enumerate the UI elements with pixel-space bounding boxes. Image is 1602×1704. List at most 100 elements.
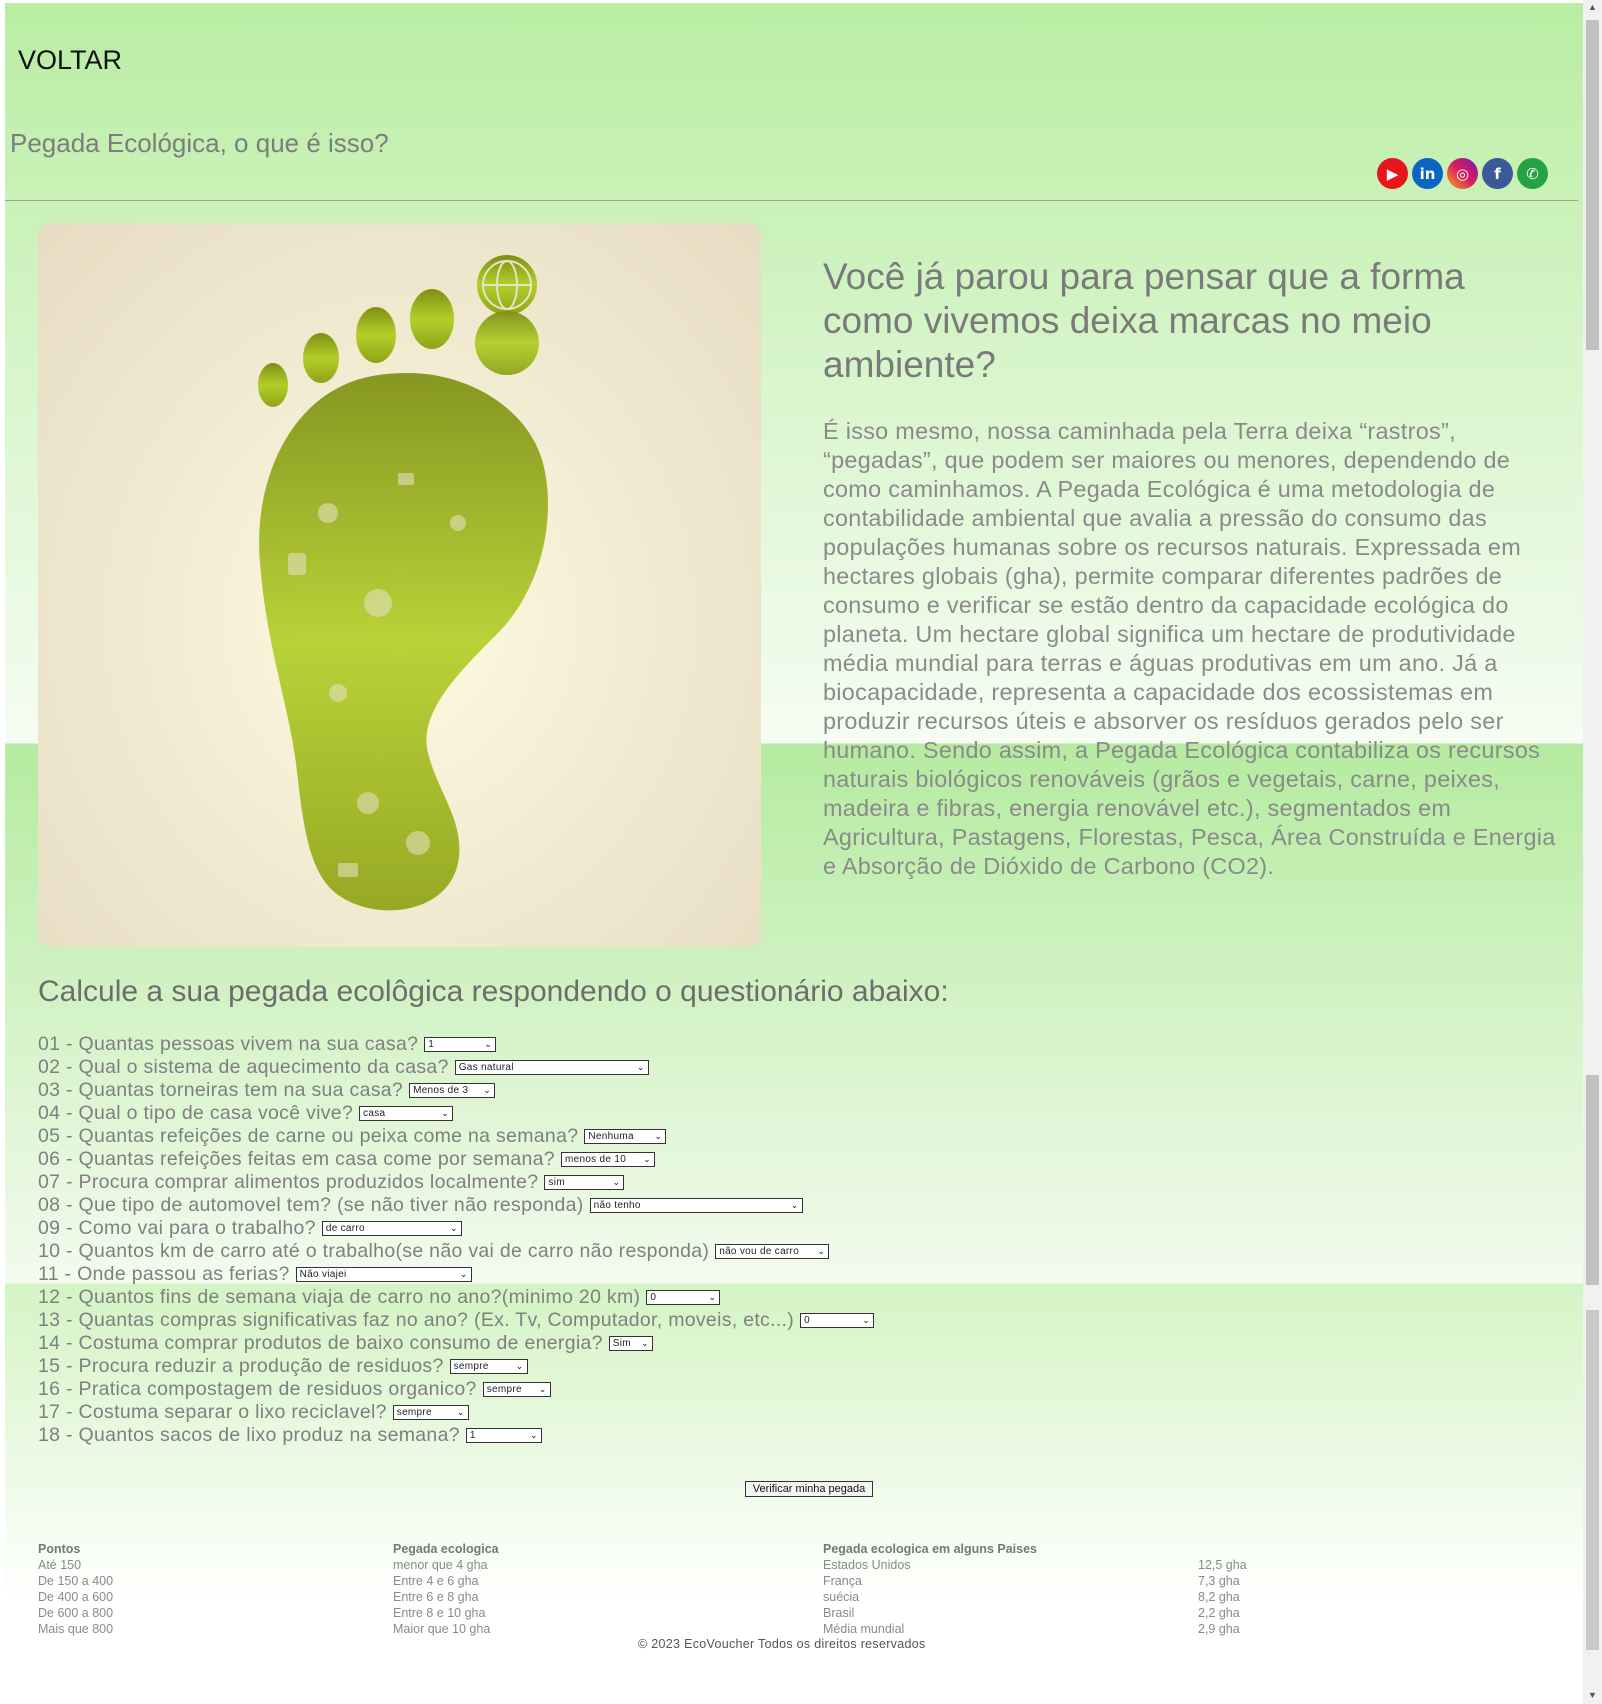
quiz-question: 09 - Como vai para o trabalho? de carro ⌄ bbox=[38, 1217, 874, 1240]
chevron-down-icon: ⌄ bbox=[654, 1131, 663, 1141]
points-row: De 600 a 800 bbox=[38, 1606, 114, 1620]
chevron-down-icon: ⌄ bbox=[483, 1085, 492, 1095]
answer-select[interactable]: não vou de carro ⌄ bbox=[715, 1244, 830, 1259]
answer-select[interactable]: Sim ⌄ bbox=[608, 1336, 653, 1351]
question-label: 13 - Quantas compras significativas faz … bbox=[38, 1309, 795, 1331]
scroll-thumb-tertiary[interactable] bbox=[1586, 1310, 1599, 1650]
answer-select-value: sempre bbox=[453, 1361, 489, 1372]
question-label: 17 - Costuma separar o lixo reciclavel? bbox=[38, 1401, 387, 1423]
chevron-down-icon: ⌄ bbox=[459, 1269, 468, 1279]
quiz-question: 16 - Pratica compostagem de residuos org… bbox=[38, 1378, 874, 1401]
chevron-down-icon: ⌄ bbox=[817, 1246, 826, 1256]
question-label: 16 - Pratica compostagem de residuos org… bbox=[38, 1378, 477, 1400]
chevron-down-icon: ⌄ bbox=[643, 1154, 651, 1164]
question-label: 06 - Quantas refeições feitas em casa co… bbox=[38, 1148, 555, 1170]
page-title: Pegada Ecológica, o que é isso? bbox=[10, 128, 389, 158]
footprint-row: Entre 8 e 10 gha bbox=[393, 1606, 486, 1620]
linkedin-icon[interactable]: in bbox=[1412, 158, 1443, 189]
country-value: 8,2 gha bbox=[1198, 1590, 1240, 1604]
answer-select[interactable]: Menos de 3 ⌄ bbox=[409, 1083, 496, 1098]
countries-table-header: Pegada ecologica em alguns Paises bbox=[823, 1542, 1037, 1556]
answer-select[interactable]: Nenhuma ⌄ bbox=[584, 1129, 667, 1144]
footprint-row: Entre 6 e 8 gha bbox=[393, 1590, 479, 1604]
points-table-header: Pontos bbox=[38, 1542, 81, 1556]
chevron-down-icon: ⌄ bbox=[456, 1407, 465, 1417]
footprint-table-header: Pegada ecologica bbox=[393, 1542, 499, 1556]
answer-select[interactable]: 1 ⌄ bbox=[465, 1428, 542, 1443]
answer-select-value: 0 bbox=[650, 1292, 657, 1303]
points-row: De 400 a 600 bbox=[38, 1590, 114, 1604]
verify-footprint-button[interactable]: Verificar minha pegada bbox=[745, 1481, 873, 1497]
answer-select[interactable]: Não viajei ⌄ bbox=[295, 1267, 472, 1282]
answer-select[interactable]: 0 ⌄ bbox=[646, 1290, 721, 1305]
hero-text: É isso mesmo, nossa caminhada pela Terra… bbox=[823, 418, 1556, 879]
scrollbar[interactable]: ▲ ▼ bbox=[1583, 0, 1602, 1704]
question-label: 11 - Onde passou as ferias? bbox=[38, 1263, 290, 1285]
answer-select[interactable]: menos de 10 ⌄ bbox=[560, 1152, 655, 1167]
quiz-form: 01 - Quantas pessoas vivem na sua casa? 1… bbox=[38, 1033, 875, 1447]
answer-select[interactable]: de carro ⌄ bbox=[321, 1221, 462, 1236]
scroll-up-icon[interactable]: ▲ bbox=[1588, 2, 1597, 12]
quiz-question: 11 - Onde passou as ferias? Não viajei ⌄ bbox=[38, 1263, 874, 1286]
instagram-icon[interactable]: ◎ bbox=[1447, 158, 1478, 189]
country-value: 12,5 gha bbox=[1198, 1558, 1247, 1572]
country-value: 7,3 gha bbox=[1198, 1574, 1240, 1588]
answer-select[interactable]: Gas natural ⌄ bbox=[454, 1060, 649, 1075]
answer-select-value: 0 bbox=[804, 1315, 810, 1326]
youtube-icon[interactable]: ▶ bbox=[1377, 158, 1408, 189]
whatsapp-icon[interactable]: ✆ bbox=[1517, 158, 1548, 189]
question-label: 02 - Qual o sistema de aquecimento da ca… bbox=[38, 1056, 449, 1078]
answer-select[interactable]: sim ⌄ bbox=[544, 1175, 625, 1190]
hero-heading: Você já parou para pensar que a forma co… bbox=[823, 256, 1465, 385]
answer-select[interactable]: sempre ⌄ bbox=[482, 1382, 551, 1397]
chevron-down-icon: ⌄ bbox=[515, 1361, 524, 1371]
question-label: 18 - Quantos sacos de lixo produz na sem… bbox=[38, 1424, 460, 1446]
back-link[interactable]: VOLTAR bbox=[18, 45, 122, 76]
answer-select[interactable]: 0 ⌄ bbox=[800, 1313, 875, 1328]
quiz-question: 07 - Procura comprar alimentos produzido… bbox=[38, 1171, 874, 1194]
chevron-down-icon: ⌄ bbox=[708, 1292, 717, 1302]
answer-select[interactable]: não tenho ⌄ bbox=[589, 1198, 803, 1213]
answer-select-value: Não viajei bbox=[299, 1269, 347, 1280]
quiz-question: 13 - Quantas compras significativas faz … bbox=[38, 1309, 875, 1332]
footprint-row: Maior que 10 gha bbox=[393, 1622, 491, 1636]
footprint-illustration bbox=[38, 223, 761, 947]
answer-select[interactable]: casa ⌄ bbox=[359, 1106, 454, 1121]
quiz-question: 03 - Quantas torneiras tem na sua casa? M… bbox=[38, 1079, 874, 1102]
answer-select-value: não vou de carro bbox=[719, 1246, 800, 1257]
footprint-table: Pegada ecologica menor que 4 gha Entre 4 … bbox=[393, 1541, 499, 1637]
question-label: 08 - Que tipo de automovel tem? (se não … bbox=[38, 1194, 584, 1216]
question-label: 12 - Quantos fins de semana viaja de car… bbox=[38, 1286, 641, 1308]
countries-values-column: 12,5 gha 7,3 gha 8,2 gha 2,2 gha 2,9 gha bbox=[1198, 1541, 1247, 1637]
question-label: 07 - Procura comprar alimentos produzido… bbox=[38, 1171, 539, 1193]
country-name: França bbox=[823, 1574, 862, 1588]
scroll-down-icon[interactable]: ▼ bbox=[1588, 1690, 1597, 1700]
points-row: Mais que 800 bbox=[38, 1622, 114, 1636]
answer-select-value: não tenho bbox=[593, 1200, 641, 1211]
question-label: 03 - Quantas torneiras tem na sua casa? bbox=[38, 1079, 404, 1101]
chevron-down-icon: ⌄ bbox=[862, 1315, 871, 1325]
points-row: Até 150 bbox=[38, 1558, 82, 1572]
answer-select[interactable]: sempre ⌄ bbox=[449, 1359, 528, 1374]
copyright-text: © 2023 EcoVoucher Todos os direitos rese… bbox=[638, 1637, 926, 1651]
quiz-question: 17 - Costuma separar o lixo reciclavel? s… bbox=[38, 1401, 874, 1424]
footprint-row: menor que 4 gha bbox=[393, 1558, 488, 1572]
question-label: 04 - Qual o tipo de casa você vive? bbox=[38, 1102, 354, 1124]
chevron-down-icon: ⌄ bbox=[441, 1108, 450, 1118]
answer-select-value: Nenhuma bbox=[588, 1131, 634, 1142]
facebook-icon[interactable]: f bbox=[1482, 158, 1513, 189]
answer-select-value: sempre bbox=[396, 1407, 432, 1418]
answer-select-value: de carro bbox=[325, 1223, 365, 1234]
quiz-question: 15 - Procura reduzir a produção de resid… bbox=[38, 1355, 874, 1378]
answer-select[interactable]: 1 ⌄ bbox=[424, 1037, 497, 1052]
answer-select-value: Sim bbox=[612, 1338, 631, 1349]
scroll-thumb[interactable] bbox=[1586, 20, 1599, 350]
country-name: Média mundial bbox=[823, 1622, 905, 1636]
answer-select[interactable]: sempre ⌄ bbox=[392, 1405, 469, 1420]
scroll-thumb-secondary[interactable] bbox=[1586, 1075, 1599, 1285]
quiz-question: 01 - Quantas pessoas vivem na sua casa? 1… bbox=[38, 1033, 874, 1056]
footprint-icon bbox=[258, 255, 548, 911]
answer-select-value: Gas natural bbox=[458, 1062, 514, 1073]
chevron-down-icon: ⌄ bbox=[790, 1200, 799, 1210]
country-name: Brasil bbox=[823, 1606, 855, 1620]
